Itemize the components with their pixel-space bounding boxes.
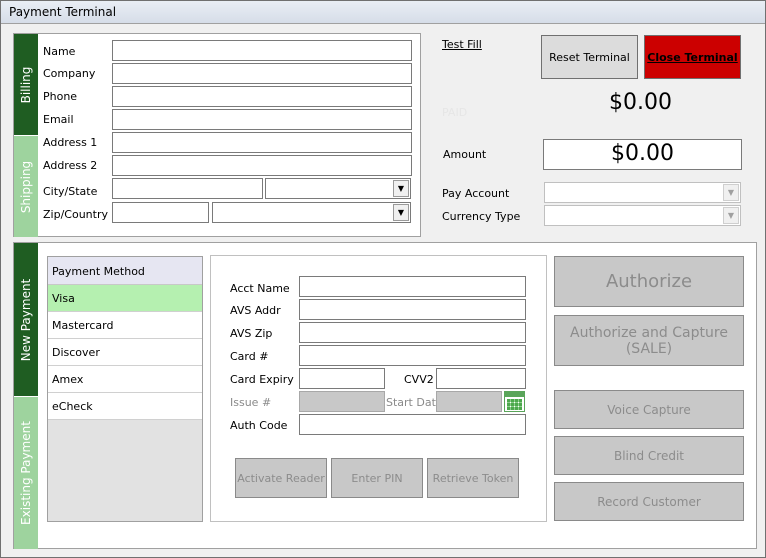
issue-number-label: Issue # [230,396,272,409]
issue-number-input[interactable] [299,391,385,412]
name-label: Name [43,45,76,58]
email-input[interactable] [112,109,412,130]
acct-name-label: Acct Name [230,282,290,295]
payment-method-list: Payment Method Visa Mastercard Discover … [47,256,203,522]
enter-pin-button[interactable]: Enter PIN [331,458,423,498]
authorize-capture-button[interactable]: Authorize and Capture (SALE) [554,315,744,366]
email-label: Email [43,113,74,126]
payment-panel: New Payment Existing Payment Payment Met… [13,242,757,549]
currency-type-select[interactable]: ▼ [544,205,741,226]
city-state-label: City/State [43,185,98,198]
zip-country-label: Zip/Country [43,208,108,221]
voice-capture-button[interactable]: Voice Capture [554,390,744,429]
tab-new-payment[interactable]: New Payment [14,243,38,396]
list-item[interactable]: Visa [48,285,202,312]
tab-billing[interactable]: Billing [14,34,38,135]
tab-existing-payment[interactable]: Existing Payment [14,397,38,549]
card-number-label: Card # [230,350,269,363]
list-item[interactable]: Discover [48,339,202,366]
phone-input[interactable] [112,86,412,107]
phone-label: Phone [43,90,78,103]
card-expiry-label: Card Expiry [230,373,294,386]
card-number-input[interactable] [299,345,526,366]
address-panel: Billing Shipping Name Company Phone Emai… [13,33,421,237]
start-date-label: Start Date [386,396,443,409]
name-input[interactable] [112,40,412,61]
chevron-down-icon[interactable]: ▼ [723,207,739,224]
calendar-icon[interactable] [504,391,525,412]
test-fill-link[interactable]: Test Fill [442,38,482,51]
start-date-input[interactable] [436,391,502,412]
company-input[interactable] [112,63,412,84]
pay-account-select[interactable]: ▼ [544,182,741,203]
cvv2-input[interactable] [436,368,526,389]
cvv2-label: CVV2 [404,373,434,386]
city-input[interactable] [112,178,263,199]
card-form: Acct Name AVS Addr AVS Zip Card # Card E… [210,255,547,522]
pay-account-label: Pay Account [442,187,510,200]
chevron-down-icon[interactable]: ▼ [393,180,409,197]
tab-shipping[interactable]: Shipping [14,136,38,237]
auth-code-label: Auth Code [230,419,288,432]
address1-label: Address 1 [43,136,98,149]
paid-label: PAID [442,106,468,119]
address1-input[interactable] [112,132,412,153]
list-item[interactable]: Mastercard [48,312,202,339]
avs-addr-label: AVS Addr [230,304,281,317]
chevron-down-icon[interactable]: ▼ [393,204,409,221]
auth-code-input[interactable] [299,414,526,435]
payment-terminal-window: Payment Terminal Billing Shipping Name C… [0,0,766,558]
amount-label: Amount [443,148,487,161]
paid-amount: $0.00 [609,90,672,115]
reset-terminal-button[interactable]: Reset Terminal [541,35,638,79]
country-select[interactable]: ▼ [212,202,411,223]
list-item[interactable]: eCheck [48,393,202,420]
avs-addr-input[interactable] [299,299,526,320]
window-title: Payment Terminal [9,5,117,19]
state-select[interactable]: ▼ [265,178,411,199]
activate-reader-button[interactable]: Activate Reader [235,458,327,498]
avs-zip-input[interactable] [299,322,526,343]
avs-zip-label: AVS Zip [230,327,273,340]
chevron-down-icon[interactable]: ▼ [723,184,739,201]
authorize-button[interactable]: Authorize [554,256,744,307]
close-terminal-button[interactable]: Close Terminal [644,35,741,79]
payment-method-header: Payment Method [48,257,202,285]
card-expiry-input[interactable] [299,368,385,389]
blind-credit-button[interactable]: Blind Credit [554,436,744,475]
company-label: Company [43,67,96,80]
currency-type-label: Currency Type [442,210,521,223]
retrieve-token-button[interactable]: Retrieve Token [427,458,519,498]
record-customer-button[interactable]: Record Customer [554,482,744,521]
zip-input[interactable] [112,202,209,223]
address2-input[interactable] [112,155,412,176]
title-bar: Payment Terminal [1,1,765,24]
address2-label: Address 2 [43,159,98,172]
acct-name-input[interactable] [299,276,526,297]
amount-field[interactable]: $0.00 [543,139,742,170]
list-item[interactable]: Amex [48,366,202,393]
